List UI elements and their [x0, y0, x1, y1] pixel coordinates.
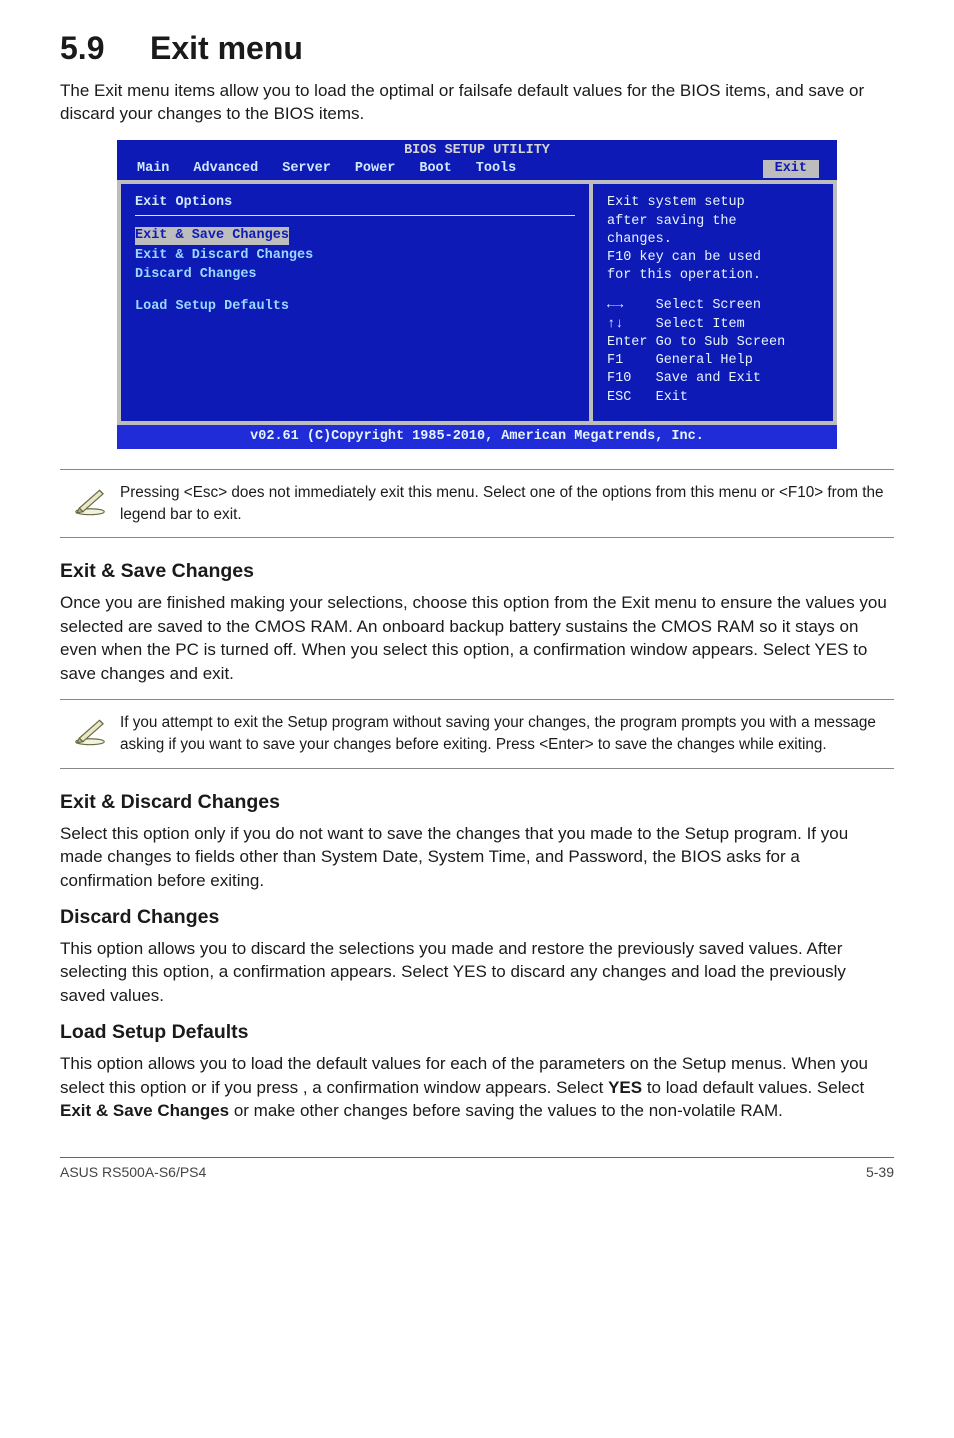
bios-tab-main: Main [125, 160, 181, 178]
section-exit-save-title: Exit & Save Changes [60, 560, 894, 583]
bios-tab-tools: Tools [464, 160, 529, 178]
bios-left-panel: Exit Options Exit & Save Changes Exit & … [121, 184, 589, 420]
bios-tab-power: Power [343, 160, 408, 178]
section-exit-save-body: Once you are finished making your select… [60, 591, 894, 685]
bios-tab-boot: Boot [407, 160, 463, 178]
section-exit-discard-title: Exit & Discard Changes [60, 791, 894, 814]
bios-tabs: Main Advanced Server Power Boot Tools Ex… [117, 160, 837, 178]
note-block-1: Pressing <Esc> does not immediately exit… [60, 469, 894, 538]
exit-item-save: Exit & Save Changes [135, 227, 289, 245]
bios-tab-exit: Exit [763, 160, 819, 178]
pencil-icon [60, 712, 120, 748]
exit-options-title: Exit Options [135, 194, 575, 212]
bios-tab-server: Server [270, 160, 343, 178]
title-text: Exit menu [150, 30, 303, 66]
bios-right-panel: Exit system setup after saving the chang… [593, 184, 833, 420]
section-discard-body: This option allows you to discard the se… [60, 937, 894, 1007]
section-exit-discard-body: Select this option only if you do not wa… [60, 822, 894, 892]
footer-page-number: 5-39 [866, 1164, 894, 1180]
note-block-2: If you attempt to exit the Setup program… [60, 699, 894, 768]
exit-item-discard: Discard Changes [135, 266, 575, 284]
exit-item-load-defaults: Load Setup Defaults [135, 298, 575, 316]
footer-product: ASUS RS500A-S6/PS4 [60, 1164, 206, 1180]
bios-help-text: Exit system setup after saving the chang… [607, 194, 823, 285]
title-number: 5.9 [60, 30, 150, 67]
pencil-icon [60, 482, 120, 518]
section-discard-title: Discard Changes [60, 906, 894, 929]
exit-item-discard-exit: Exit & Discard Changes [135, 247, 575, 265]
page-footer: ASUS RS500A-S6/PS4 5-39 [60, 1157, 894, 1180]
section-load-defaults-title: Load Setup Defaults [60, 1021, 894, 1044]
note-text-1: Pressing <Esc> does not immediately exit… [120, 482, 894, 525]
bios-heading: BIOS SETUP UTILITY [117, 142, 837, 160]
section-load-defaults-body: This option allows you to load the defau… [60, 1052, 894, 1122]
bios-footer: v02.61 (C)Copyright 1985-2010, American … [117, 425, 837, 449]
bios-tab-advanced: Advanced [181, 160, 270, 178]
intro-paragraph: The Exit menu items allow you to load th… [60, 79, 894, 126]
page-title: 5.9Exit menu [60, 30, 894, 67]
note-text-2: If you attempt to exit the Setup program… [120, 712, 894, 755]
bios-screenshot: BIOS SETUP UTILITY Main Advanced Server … [117, 140, 837, 449]
bios-keys-legend: ←→ Select Screen ↑↓ Select Item Enter Go… [607, 297, 823, 406]
